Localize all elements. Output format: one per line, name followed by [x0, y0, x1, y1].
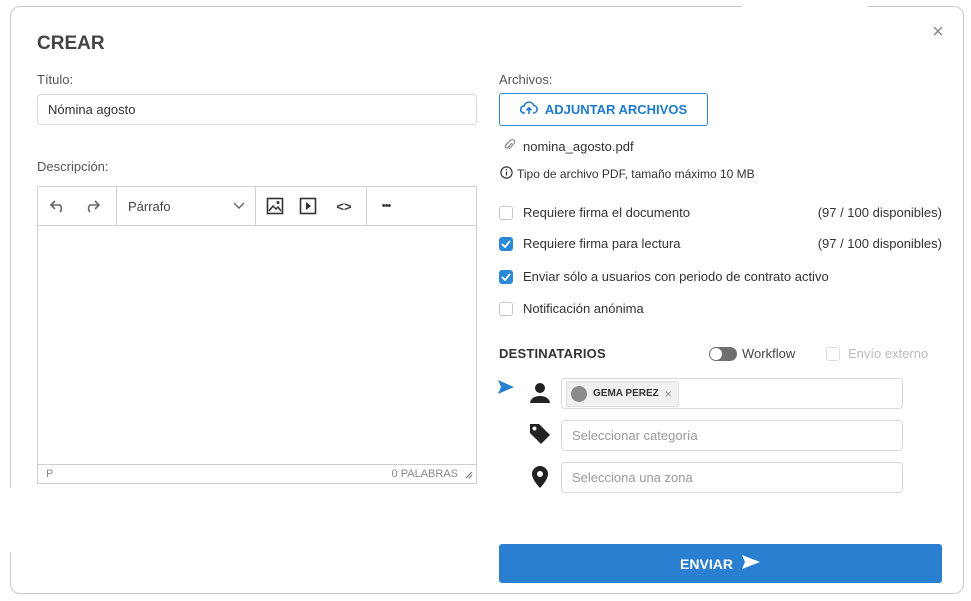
- external-send-option[interactable]: Envío externo: [826, 346, 928, 361]
- send-button-label: ENVIAR: [680, 555, 733, 572]
- word-count: 0 PALABRAS: [391, 468, 458, 480]
- option-sign-reading[interactable]: Requiere firma para lectura: [499, 236, 681, 251]
- code-icon[interactable]: <>: [333, 195, 355, 217]
- media-icon[interactable]: [297, 195, 319, 217]
- info-icon: [500, 166, 513, 182]
- close-icon[interactable]: ×: [928, 22, 948, 42]
- send-button[interactable]: ENVIAR: [499, 544, 942, 583]
- redo-icon[interactable]: [81, 195, 103, 217]
- image-icon[interactable]: [264, 195, 286, 217]
- external-send-label: Envío externo: [848, 346, 929, 361]
- file-name: nomina_agosto.pdf: [523, 138, 634, 154]
- editor-toolbar: Párrafo <> •••: [38, 187, 476, 226]
- file-info: Tipo de archivo PDF, tamaño máximo 10 MB: [500, 166, 755, 182]
- option-active-contract[interactable]: Enviar sólo a usuarios con periodo de co…: [499, 269, 829, 284]
- checkbox-checked[interactable]: [499, 269, 513, 284]
- location-pin-icon: [527, 464, 553, 490]
- format-select[interactable]: Párrafo: [128, 199, 171, 214]
- toggle-knob: [710, 348, 722, 360]
- remove-chip-icon[interactable]: ×: [665, 387, 672, 401]
- tag-icon: [527, 421, 553, 447]
- checkbox[interactable]: [499, 301, 513, 316]
- option-label: Notificación anónima: [523, 301, 644, 316]
- attached-file[interactable]: nomina_agosto.pdf: [503, 138, 634, 154]
- toolbar-separator: [116, 187, 117, 225]
- toolbar-separator: [366, 187, 367, 225]
- check-icon: [501, 239, 511, 248]
- file-info-text: Tipo de archivo PDF, tamaño máximo 10 MB: [517, 167, 755, 181]
- category-input[interactable]: Seleccionar categoría: [561, 420, 903, 451]
- checkbox-checked[interactable]: [499, 236, 513, 251]
- option-sign-document[interactable]: Requiere firma el documento: [499, 205, 690, 220]
- avatar: [571, 385, 587, 402]
- user-icon: [527, 380, 553, 406]
- editor-statusbar: P 0 PALABRAS: [38, 464, 476, 483]
- description-label: Descripción:: [37, 159, 109, 174]
- cloud-upload-icon: [519, 101, 538, 118]
- option-label: Requiere firma para lectura: [523, 236, 681, 251]
- category-placeholder: Seleccionar categoría: [572, 428, 698, 443]
- option-anonymous[interactable]: Notificación anónima: [499, 301, 644, 316]
- title-input-value: Nómina agosto: [48, 102, 136, 117]
- paperclip-icon: [503, 138, 516, 154]
- frame-gap-top: [742, 4, 868, 9]
- description-editor[interactable]: Párrafo <> ••• P 0 PALABRAS: [37, 186, 477, 484]
- attach-files-button[interactable]: ADJUNTAR ARCHIVOS: [499, 93, 708, 126]
- user-chip-label: GEMA PEREZ: [593, 388, 659, 399]
- chevron-down-icon[interactable]: [228, 195, 250, 217]
- workflow-toggle[interactable]: [709, 347, 737, 361]
- resize-handle-icon[interactable]: [463, 469, 473, 482]
- more-icon[interactable]: •••: [375, 195, 397, 217]
- title-input[interactable]: Nómina agosto: [37, 94, 477, 125]
- editor-path: P: [46, 468, 54, 480]
- checkbox[interactable]: [499, 205, 513, 220]
- attach-files-label: ADJUNTAR ARCHIVOS: [544, 102, 688, 117]
- files-label: Archivos:: [499, 72, 553, 87]
- frame-gap-left: [8, 488, 14, 552]
- dialog-title: CREAR: [37, 33, 105, 54]
- option-label: Enviar sólo a usuarios con periodo de co…: [523, 269, 829, 284]
- checkbox-disabled[interactable]: [826, 346, 840, 361]
- recipients-title: DESTINATARIOS: [499, 346, 606, 361]
- undo-icon[interactable]: [47, 195, 69, 217]
- user-chip[interactable]: GEMA PEREZ ×: [566, 380, 679, 407]
- check-icon: [501, 272, 511, 281]
- send-arrow-icon: [497, 379, 515, 400]
- workflow-label: Workflow: [742, 346, 796, 361]
- zone-placeholder: Selecciona una zona: [572, 470, 693, 485]
- title-label: Título:: [37, 72, 74, 87]
- zone-input[interactable]: Selecciona una zona: [561, 462, 903, 493]
- availability-count: (97 / 100 disponibles): [817, 236, 942, 251]
- users-input[interactable]: GEMA PEREZ ×: [561, 378, 903, 409]
- send-icon: [741, 554, 761, 573]
- toolbar-separator: [255, 187, 256, 225]
- availability-count: (97 / 100 disponibles): [817, 205, 942, 220]
- option-label: Requiere firma el documento: [523, 205, 690, 220]
